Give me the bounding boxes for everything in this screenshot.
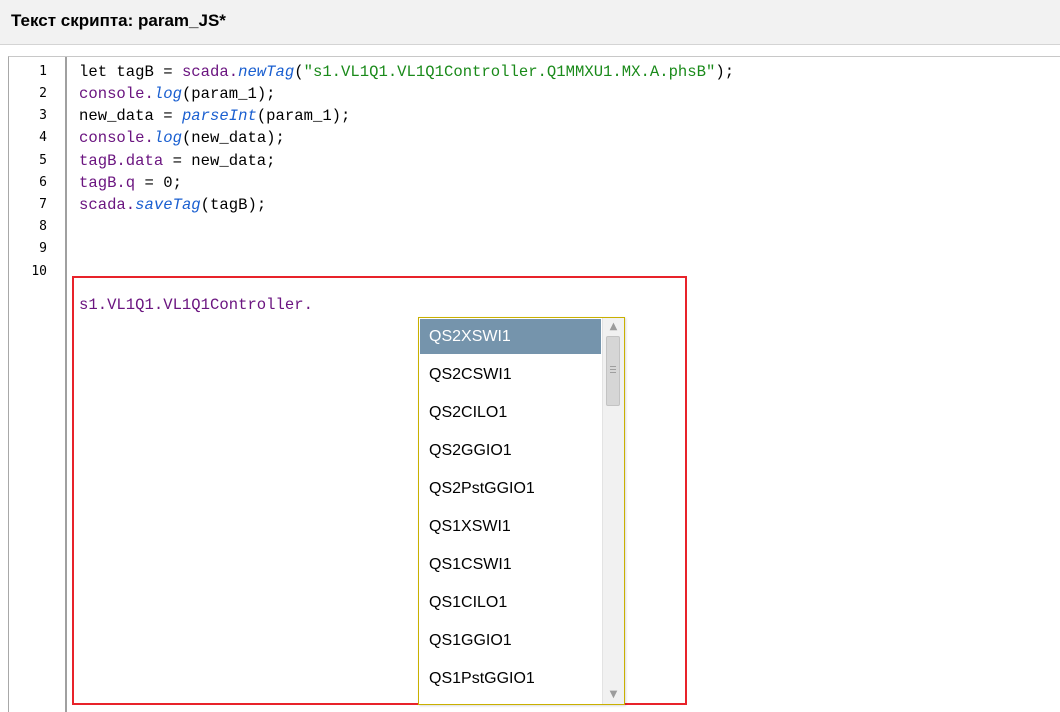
autocomplete-item[interactable]: QS1XSWI1 [420,509,601,544]
line-number: 3 [39,108,47,123]
grip-line [610,369,616,370]
line-number: 5 [39,153,47,168]
autocomplete-item[interactable]: QS2CILO1 [420,395,601,430]
line-number: 7 [39,197,47,212]
code-token: (tagB); [200,196,267,214]
code-token: log [153,85,182,103]
code-line-1[interactable]: let tagB = scada.newTag("s1.VL1Q1.VL1Q1C… [79,63,734,81]
code-line-5[interactable]: tagB.data = new_data; [79,152,276,170]
code-token: console. [79,85,154,103]
line-number-gutter: 1 2 3 4 5 6 7 8 9 10 [9,57,67,712]
code-line-6[interactable]: tagB.q = 0; [79,174,182,192]
autocomplete-item[interactable]: QS1PstGGIO1 [420,661,601,696]
line-number: 4 [39,130,47,145]
code-token: scada. [79,196,136,214]
code-token: let tagB = [79,63,182,81]
code-token: (param_1); [181,85,276,103]
code-string: "s1.VL1Q1.VL1Q1Controller.Q1MMXU1.MX.A.p… [303,63,716,81]
autocomplete-item[interactable]: QS2CSWI1 [420,357,601,392]
code-token: log [153,129,182,147]
code-token: ); [715,63,735,81]
code-token: tagB.q [79,174,136,192]
code-editor[interactable]: 1 2 3 4 5 6 7 8 9 10 let tagB = scada.ne… [8,56,1060,712]
chevron-up-icon[interactable]: ▲ [607,320,620,333]
code-line-2[interactable]: console.log(param_1); [79,85,276,103]
code-token: parseInt [181,107,257,125]
line-number: 6 [39,175,47,190]
code-token: (param_1); [256,107,351,125]
code-token: (new_data); [181,129,285,147]
code-line-3[interactable]: new_data = parseInt(param_1); [79,107,350,125]
autocomplete-item[interactable]: QS2PstGGIO1 [420,471,601,506]
code-token: new_data = [79,107,182,125]
autocomplete-item[interactable]: QS1GGIO1 [420,623,601,658]
scrollbar-thumb[interactable] [606,336,620,406]
line-number: 10 [31,264,47,279]
script-title: Текст скрипта: param_JS* [11,11,226,30]
chevron-down-icon[interactable]: ▼ [607,688,620,701]
autocomplete-scrollbar[interactable]: ▲ ▼ [602,318,624,704]
line-number: 2 [39,86,47,101]
autocomplete-item[interactable]: QS2GGIO1 [420,433,601,468]
line-number: 1 [39,64,47,79]
code-line-4[interactable]: console.log(new_data); [79,129,285,147]
code-token: ( [294,63,304,81]
line-number: 9 [39,241,47,256]
code-token: tagB.data [79,152,164,170]
grip-line [610,372,616,373]
autocomplete-item[interactable]: QS2XSWI1 [420,319,601,354]
script-title-bar: Текст скрипта: param_JS* [0,0,1060,45]
code-token: scada. [181,63,239,81]
autocomplete-item[interactable]: QS1CILO1 [420,585,601,620]
code-token: saveTag [135,196,201,214]
code-token: = new_data; [163,152,276,170]
code-token: = 0; [135,174,182,192]
code-line-7[interactable]: scada.saveTag(tagB); [79,196,266,214]
grip-line [610,366,616,367]
autocomplete-popup[interactable]: QS2XSWI1 QS2CSWI1 QS2CILO1 QS2GGIO1 QS2P… [418,317,625,705]
autocomplete-item[interactable]: QS1CSWI1 [420,547,601,582]
line-number: 8 [39,219,47,234]
code-token: console. [79,129,154,147]
code-token: newTag [238,63,295,81]
